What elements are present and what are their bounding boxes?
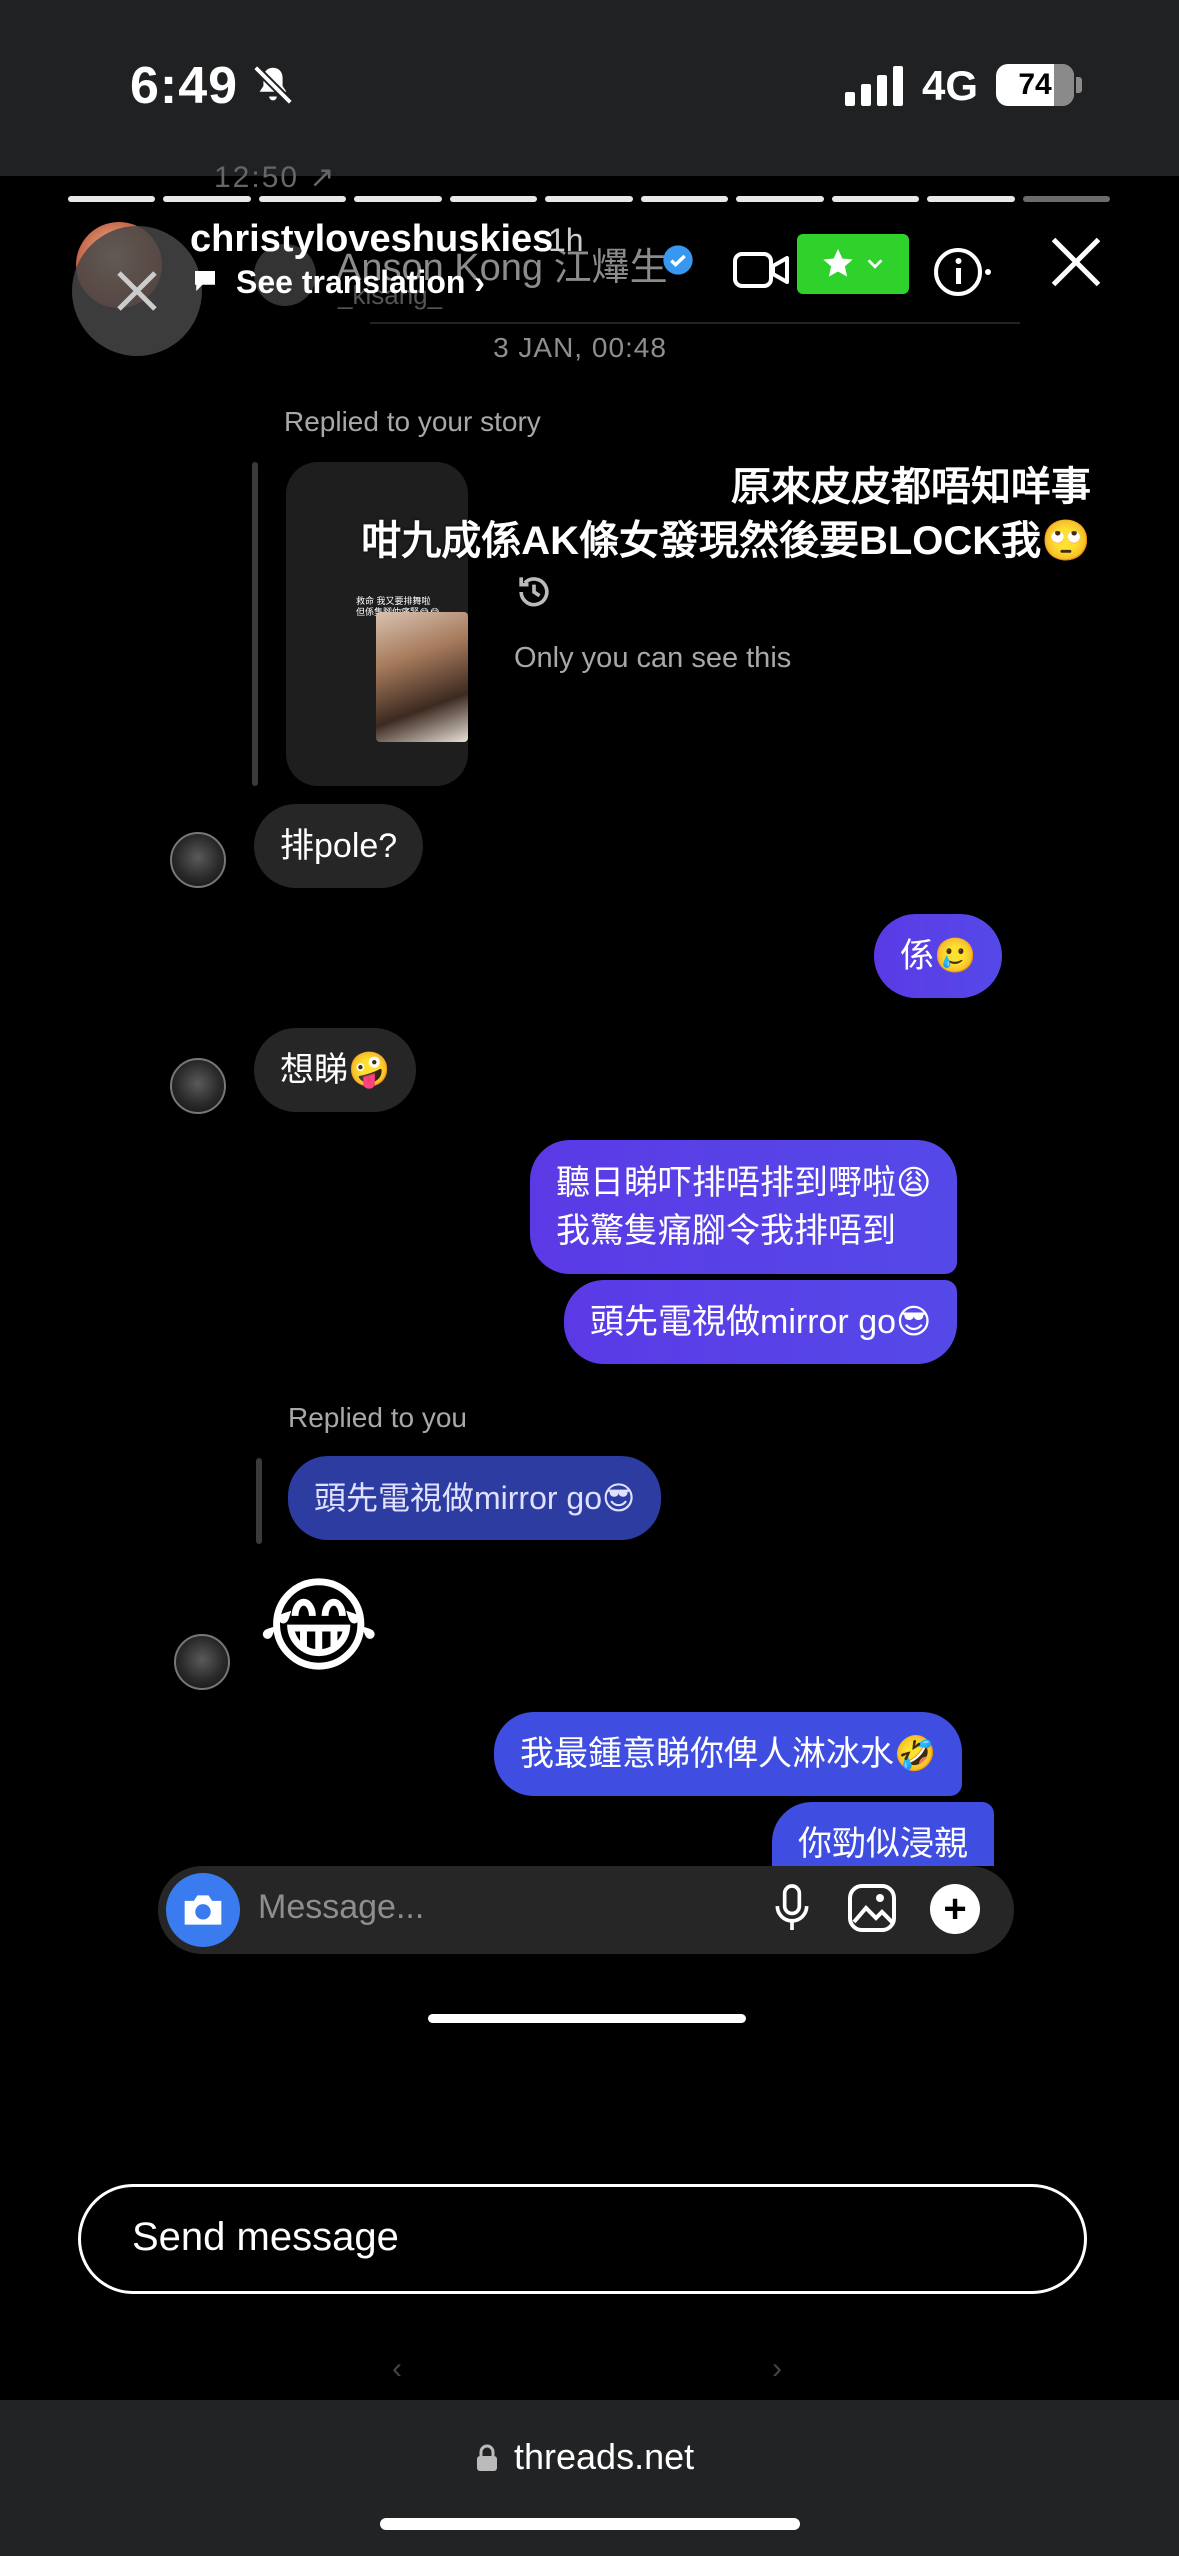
camera-icon <box>184 1895 222 1925</box>
history-icon <box>519 577 549 607</box>
emoji-message[interactable]: 😂 <box>258 1572 380 1682</box>
message-outgoing-multiline[interactable]: 聽日睇吓排唔排到嘢啦😩 我驚隻痛腳令我排唔到 <box>530 1140 958 1274</box>
dm-date: 3 JAN, 00:48 <box>493 332 667 363</box>
sender-avatar[interactable] <box>170 832 226 888</box>
story-age: 1h <box>548 222 584 258</box>
message-input[interactable]: Message... <box>258 1888 424 1927</box>
translation-icon <box>195 271 215 291</box>
message-incoming[interactable]: 想睇🤪 <box>254 1028 417 1112</box>
story-progress <box>68 196 1110 202</box>
add-icon[interactable]: + <box>930 1884 980 1934</box>
info-icon[interactable] <box>932 244 994 300</box>
replied-you-label: Replied to you <box>288 1402 468 1433</box>
close-icon <box>117 271 157 311</box>
story-photo <box>376 612 468 742</box>
see-translation-link[interactable]: See translation › <box>236 264 485 301</box>
camera-button[interactable] <box>166 1873 240 1947</box>
ghost-status-time: 12:50 ↗ <box>214 161 337 194</box>
status-bar: 6:49 4G 74 <box>0 0 1179 176</box>
sender-avatar[interactable] <box>170 1058 226 1114</box>
battery-nub <box>1076 77 1082 93</box>
message-outgoing[interactable]: 係🥲 <box>874 914 1003 998</box>
story-username[interactable]: christyloveshuskies <box>190 218 553 261</box>
only-you-notice: Only you can see this <box>514 642 792 674</box>
star-icon <box>823 249 853 277</box>
home-indicator <box>380 2518 800 2530</box>
replied-story-label: Replied to your story <box>284 406 541 437</box>
lock-icon <box>477 2444 497 2471</box>
story-overlay-text: 原來皮皮都唔知咩事 咁九成係AK條女發現然後要BLOCK我🙄 <box>361 460 1091 568</box>
status-time: 6:49 <box>130 57 239 115</box>
gallery-icon[interactable] <box>846 1882 898 1934</box>
header-divider <box>370 322 1020 324</box>
reply-quote-bar <box>256 1458 262 1544</box>
url-text[interactable]: threads.net <box>514 2436 694 2478</box>
message-line: 我驚隻痛腳令我排唔到 <box>556 1212 896 1250</box>
video-call-icon[interactable] <box>732 248 790 292</box>
signal-icon <box>845 66 903 106</box>
story-reply-placeholder: Send message <box>132 2215 399 2259</box>
see-translation-label: See translation <box>236 264 466 300</box>
battery-icon: 74 <box>996 64 1074 106</box>
battery-level: 74 <box>1018 68 1052 101</box>
close-story-icon[interactable] <box>1046 232 1106 292</box>
overlay-line-2: 咁九成係AK條女發現然後要BLOCK我🙄 <box>361 519 1091 563</box>
message-outgoing[interactable]: 頭先電視做mirror go😎 <box>564 1280 958 1364</box>
message-line: 聽日睇吓排唔排到嘢啦😩 <box>556 1164 932 1202</box>
verified-badge-icon <box>663 245 693 275</box>
sender-avatar[interactable] <box>174 1634 230 1690</box>
network-type: 4G <box>922 62 979 109</box>
next-chevron-icon: › <box>772 2352 782 2385</box>
close-friends-star-button[interactable] <box>797 234 909 294</box>
silent-bell-icon <box>253 65 293 105</box>
quoted-message[interactable]: 頭先電視做mirror go😎 <box>288 1456 662 1540</box>
microphone-icon[interactable] <box>770 1882 814 1934</box>
inner-home-indicator <box>428 2014 746 2023</box>
message-incoming[interactable]: 排pole? <box>254 804 424 888</box>
message-outgoing[interactable]: 我最鍾意睇你俾人淋冰水🤣 <box>494 1712 963 1796</box>
message-outgoing[interactable]: 你勁似浸親 <box>772 1802 994 1866</box>
chevron-down-icon <box>867 259 883 269</box>
prev-chevron-icon: ‹ <box>392 2352 402 2385</box>
reply-quote-bar <box>252 462 258 786</box>
overlay-line-1: 原來皮皮都唔知咩事 <box>731 465 1091 509</box>
browser-url-bar[interactable] <box>0 2400 1179 2556</box>
